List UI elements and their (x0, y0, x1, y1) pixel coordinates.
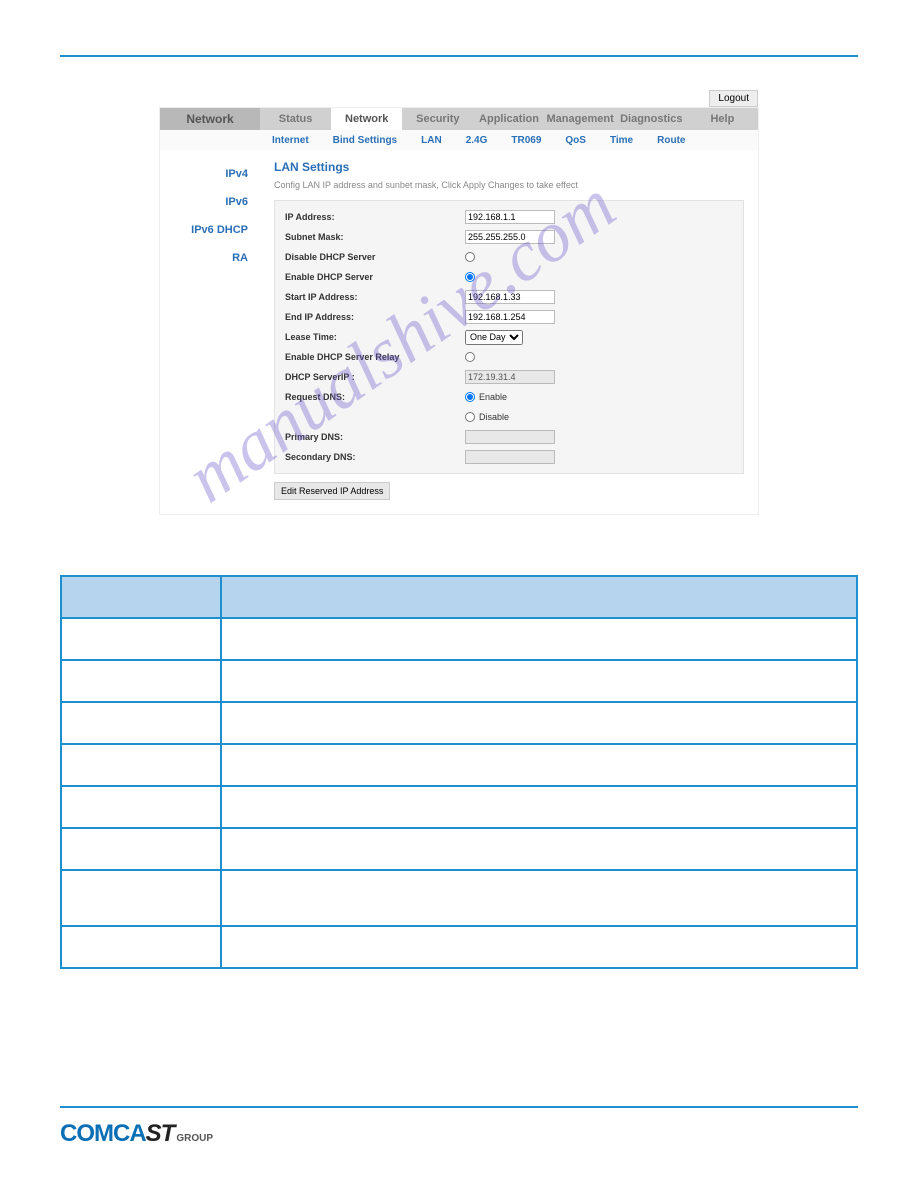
router-screenshot: Logout Network Status Network Security A… (159, 107, 759, 515)
edit-reserved-button[interactable]: Edit Reserved IP Address (274, 482, 390, 500)
sidebar-ra[interactable]: RA (160, 244, 260, 272)
start-input[interactable] (465, 290, 555, 304)
table-row (221, 786, 857, 828)
subtab-bind[interactable]: Bind Settings (321, 130, 409, 150)
section-title: LAN Settings (274, 160, 744, 174)
table-row (61, 702, 221, 744)
footer-rule (60, 1106, 858, 1108)
tab-application[interactable]: Application (473, 108, 544, 130)
secondary-input (465, 450, 555, 464)
dns-enable-radio[interactable] (465, 392, 475, 402)
table-header-field (61, 576, 221, 618)
primary-input (465, 430, 555, 444)
primary-label: Primary DNS: (285, 432, 465, 442)
dns-disable-radio[interactable] (465, 412, 475, 422)
table-header-desc (221, 576, 857, 618)
page-footer: COMCASTGROUP (60, 1106, 858, 1148)
tab-diagnostics[interactable]: Diagnostics (616, 108, 687, 130)
lan-form: IP Address: Subnet Mask: Disable DHCP Se… (274, 200, 744, 474)
logout-button[interactable]: Logout (709, 90, 758, 107)
table-row (221, 828, 857, 870)
section-desc: Config LAN IP address and sunbet mask, C… (274, 180, 744, 190)
subtab-tr069[interactable]: TR069 (499, 130, 553, 150)
top-tabbar: Network Status Network Security Applicat… (160, 108, 758, 130)
description-table (60, 575, 858, 969)
disable-dhcp-radio[interactable] (465, 252, 475, 262)
subtab-lan[interactable]: LAN (409, 130, 454, 150)
disable-dhcp-label: Disable DHCP Server (285, 252, 465, 262)
enable-dhcp-label: Enable DHCP Server (285, 272, 465, 282)
table-row (61, 828, 221, 870)
table-row (61, 870, 221, 926)
tab-management[interactable]: Management (545, 108, 616, 130)
subtab-time[interactable]: Time (598, 130, 645, 150)
ip-label: IP Address: (285, 212, 465, 222)
subtab-qos[interactable]: QoS (553, 130, 598, 150)
sub-tabbar: Internet Bind Settings LAN 2.4G TR069 Qo… (160, 130, 758, 150)
tab-status[interactable]: Status (260, 108, 331, 130)
sidebar-ipv6[interactable]: IPv6 (160, 188, 260, 216)
table-row (221, 702, 857, 744)
lease-label: Lease Time: (285, 332, 465, 342)
serverip-input (465, 370, 555, 384)
tab-network[interactable]: Network (331, 108, 402, 130)
comcast-logo: COMCASTGROUP (60, 1120, 858, 1148)
table-row (221, 618, 857, 660)
tab-security[interactable]: Security (402, 108, 473, 130)
start-label: Start IP Address: (285, 292, 465, 302)
subnet-input[interactable] (465, 230, 555, 244)
end-input[interactable] (465, 310, 555, 324)
table-row (61, 618, 221, 660)
tab-help[interactable]: Help (687, 108, 758, 130)
relay-label: Enable DHCP Server Relay (285, 352, 465, 362)
logo-part-c: GROUP (176, 1133, 213, 1144)
table-row (61, 660, 221, 702)
subnet-label: Subnet Mask: (285, 232, 465, 242)
table-row (61, 926, 221, 968)
table-row (221, 744, 857, 786)
subtab-route[interactable]: Route (645, 130, 697, 150)
serverip-label: DHCP ServerIP : (285, 372, 465, 382)
lease-select[interactable]: One Day (465, 330, 523, 345)
table-row (61, 786, 221, 828)
logo-part-b: ST (146, 1120, 175, 1148)
sidebar: IPv4 IPv6 IPv6 DHCP RA (160, 150, 260, 514)
table-row (221, 660, 857, 702)
relay-radio[interactable] (465, 352, 475, 362)
table-row (221, 926, 857, 968)
subtab-internet[interactable]: Internet (260, 130, 321, 150)
page-top-rule (60, 55, 858, 57)
table-row (61, 744, 221, 786)
brand-label: Network (160, 108, 260, 130)
sidebar-ipv6dhcp[interactable]: IPv6 DHCP (160, 216, 260, 244)
secondary-label: Secondary DNS: (285, 452, 465, 462)
logo-part-a: COMCA (60, 1120, 146, 1148)
end-label: End IP Address: (285, 312, 465, 322)
reqdns-label: Request DNS: (285, 392, 465, 402)
table-row (221, 870, 857, 926)
enable-dhcp-radio[interactable] (465, 272, 475, 282)
sidebar-ipv4[interactable]: IPv4 (160, 160, 260, 188)
enable-text: Enable (479, 392, 507, 402)
disable-text: Disable (479, 412, 509, 422)
subtab-24g[interactable]: 2.4G (454, 130, 500, 150)
ip-input[interactable] (465, 210, 555, 224)
